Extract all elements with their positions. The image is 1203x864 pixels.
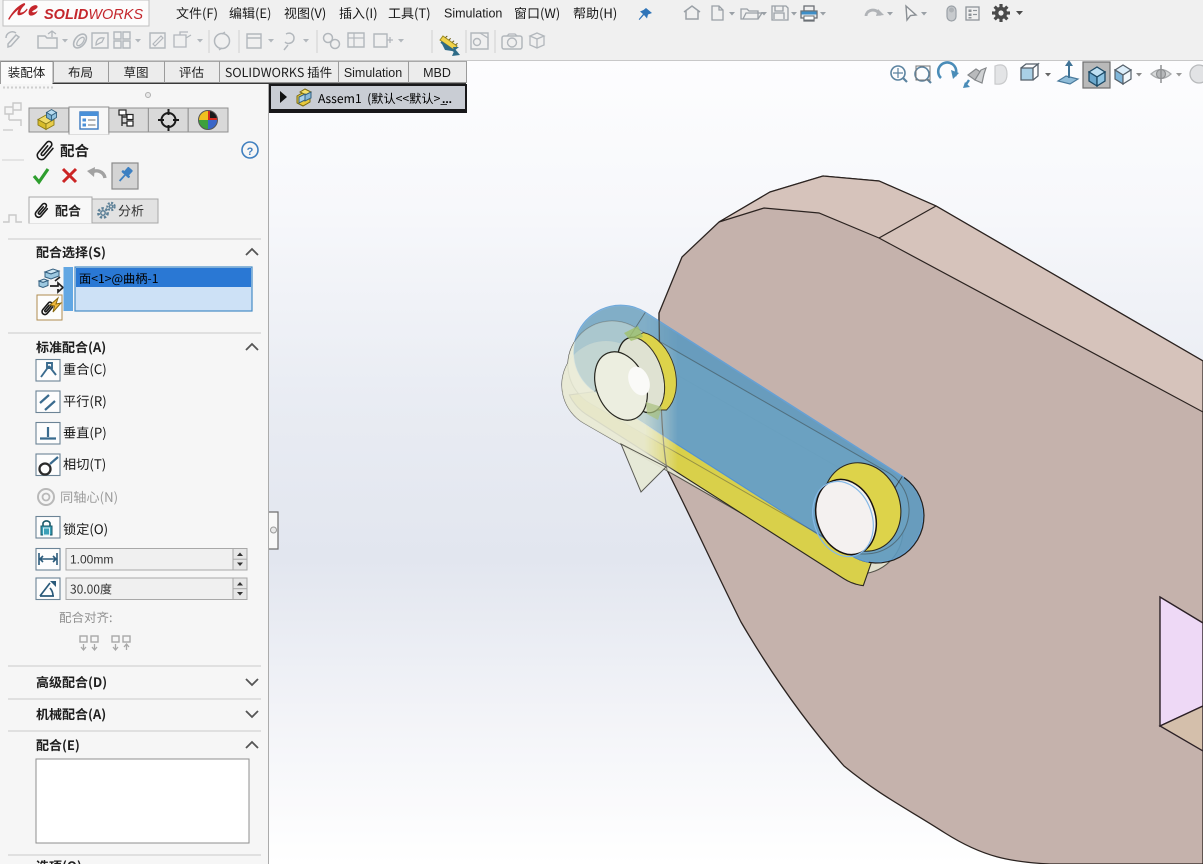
svg-text:SOLIDWORKS: SOLIDWORKS bbox=[44, 7, 143, 23]
svg-text:?: ? bbox=[247, 146, 254, 158]
svg-text:Simulation: Simulation bbox=[444, 7, 502, 21]
svg-text:...: ... bbox=[442, 92, 452, 106]
svg-text:MBD: MBD bbox=[423, 66, 451, 80]
svg-text:Simulation: Simulation bbox=[344, 66, 402, 80]
svg-text:1.00mm: 1.00mm bbox=[70, 553, 113, 567]
